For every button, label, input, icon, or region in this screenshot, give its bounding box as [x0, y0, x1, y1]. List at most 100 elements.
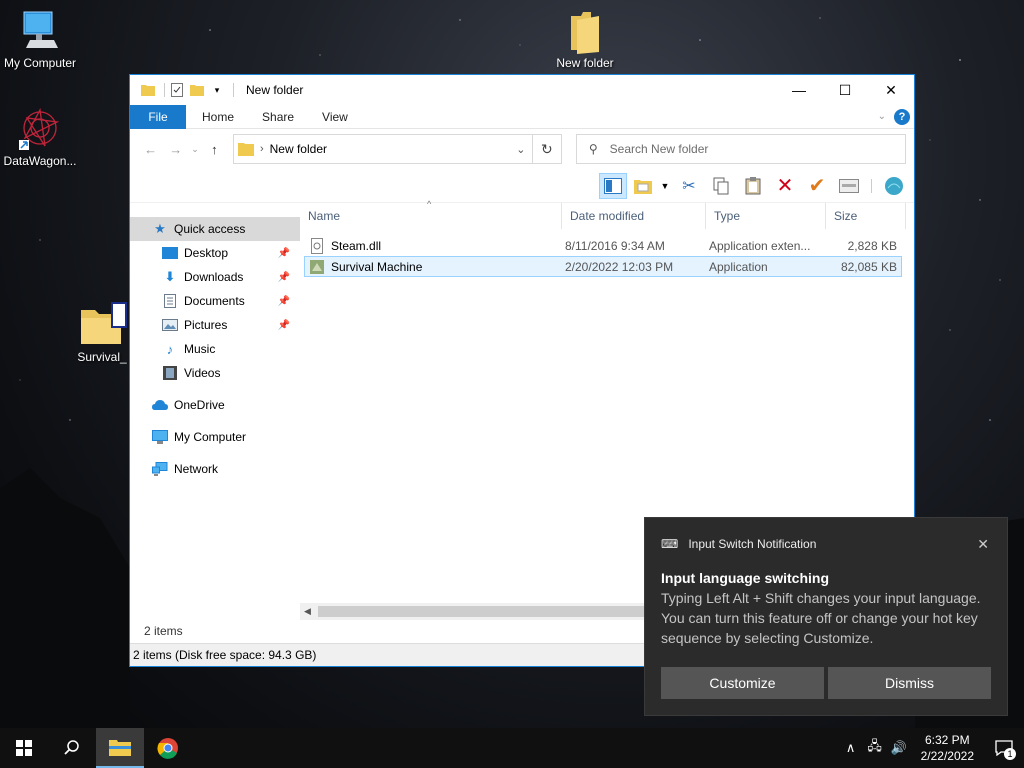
nav-pictures[interactable]: Pictures 📌 [130, 313, 300, 337]
network-icon [152, 461, 168, 477]
desktop-icon-datawagon[interactable]: DataWagon... [0, 106, 80, 168]
copy-icon[interactable] [707, 173, 735, 199]
file-row-survival-machine[interactable]: Survival Machine 2/20/2022 12:03 PM Appl… [304, 256, 902, 277]
clock[interactable]: 6:32 PM 2/22/2022 [921, 732, 974, 764]
system-tray: ∧ 🖧 🔊 6:32 PM 2/22/2022 1 [839, 728, 1024, 768]
notification-body: Typing Left Alt + Shift changes your inp… [661, 590, 981, 646]
nav-downloads[interactable]: ⬇ Downloads 📌 [130, 265, 300, 289]
tab-view[interactable]: View [308, 110, 362, 124]
pin-icon[interactable]: 📌 [278, 272, 290, 283]
file-explorer-taskbar-button[interactable] [96, 728, 144, 768]
search-input[interactable] [609, 142, 890, 156]
chrome-taskbar-button[interactable] [144, 728, 192, 768]
column-header-type[interactable]: Type [706, 203, 826, 229]
expand-ribbon-icon[interactable]: ⌄ [878, 111, 886, 122]
minimize-button[interactable]: — [776, 75, 822, 105]
start-button[interactable] [0, 728, 48, 768]
scrollbar-thumb[interactable] [318, 606, 658, 617]
column-headers: ^ Name Date modified Type Size [300, 199, 914, 229]
navigation-pane[interactable]: ★ Quick access Desktop 📌 ⬇ Downloads 📌 D… [130, 203, 300, 620]
nav-my-computer[interactable]: My Computer [130, 425, 300, 449]
file-name: Steam.dll [331, 238, 382, 253]
search-icon: ⚲ [588, 142, 598, 156]
recent-locations-chevron-icon[interactable]: ⌄ [188, 144, 202, 155]
forward-arrow-icon[interactable]: → [163, 142, 188, 157]
column-header-size[interactable]: Size [826, 203, 906, 229]
close-button[interactable]: ✕ [868, 75, 914, 105]
refresh-icon: ↻ [540, 140, 553, 157]
search-button[interactable] [48, 728, 96, 768]
pictures-icon [162, 317, 178, 333]
network-globe-icon[interactable] [880, 173, 908, 199]
maximize-button[interactable]: ☐ [822, 75, 868, 105]
title-bar[interactable]: ▾ New folder — ☐ ✕ [130, 75, 914, 105]
notification-count-badge: 1 [1004, 748, 1016, 760]
nav-music[interactable]: ♪ Music [130, 337, 300, 361]
file-date: 2/20/2022 12:03 PM [565, 259, 674, 274]
desktop-icon-new-folder[interactable]: New folder [545, 10, 625, 70]
properties-icon[interactable] [835, 173, 863, 199]
back-arrow-icon[interactable]: ← [138, 142, 163, 157]
window-title: New folder [246, 83, 304, 97]
dismiss-button[interactable]: Dismiss [828, 667, 991, 699]
nav-item-label: Network [174, 462, 219, 476]
nav-item-label: Pictures [184, 318, 228, 332]
close-icon[interactable]: ✕ [977, 536, 989, 553]
chrome-icon [157, 738, 178, 759]
help-icon[interactable]: ? [894, 108, 910, 125]
customize-button[interactable]: Customize [661, 667, 824, 699]
file-type: Application exten... [709, 238, 811, 253]
desktop-icon-label: DataWagon... [3, 154, 77, 168]
tab-file[interactable]: File [130, 104, 186, 129]
scroll-left-icon[interactable]: ◀ [304, 606, 311, 617]
file-size: 2,828 KB [847, 238, 897, 253]
folder-icon [237, 143, 254, 156]
sort-ascending-icon: ^ [427, 199, 432, 209]
computer-icon [152, 429, 168, 445]
tab-share[interactable]: Share [248, 110, 308, 124]
pin-icon[interactable]: 📌 [278, 320, 290, 331]
datawagon-shortcut-icon [19, 107, 60, 150]
tab-home[interactable]: Home [186, 110, 248, 124]
pin-icon[interactable]: 📌 [278, 296, 290, 307]
desktop-icon-my-computer[interactable]: My Computer [0, 10, 80, 70]
nav-network[interactable]: Network [130, 457, 300, 481]
desktop-icon-survival-folder[interactable]: Survival_ [72, 300, 132, 364]
column-header-date-modified[interactable]: Date modified [562, 203, 706, 229]
search-icon [64, 740, 79, 755]
search-box[interactable]: ⚲ [575, 134, 906, 164]
volume-icon[interactable]: 🔊 [887, 740, 911, 756]
clock-date: 2/22/2022 [920, 749, 974, 763]
address-dropdown-icon[interactable]: ⌄ [510, 143, 532, 156]
new-item-button[interactable] [631, 173, 655, 199]
rename-check-icon[interactable]: ✔ [803, 173, 831, 199]
cut-icon[interactable]: ✂ [675, 173, 703, 199]
nav-documents[interactable]: Documents 📌 [130, 289, 300, 313]
show-hidden-icons-chevron-icon[interactable]: ∧ [839, 740, 863, 756]
windows-logo-icon [16, 740, 32, 756]
documents-icon [162, 293, 178, 309]
breadcrumb-chevron-icon[interactable]: › [260, 143, 264, 155]
address-bar[interactable]: › New folder ⌄ [232, 134, 533, 164]
file-row-steam-dll[interactable]: Steam.dll 8/11/2016 9:34 AM Application … [304, 235, 902, 256]
refresh-button[interactable]: ↻ [532, 134, 562, 164]
new-folder-icon[interactable] [189, 82, 205, 98]
pin-icon[interactable]: 📌 [278, 248, 290, 259]
action-center-button[interactable]: 1 [984, 728, 1024, 768]
dll-file-icon [311, 237, 323, 254]
paste-icon[interactable] [739, 173, 767, 199]
toolbar: ▼ ✂ ✕ ✔ [130, 169, 914, 203]
nav-onedrive[interactable]: OneDrive [130, 393, 300, 417]
up-arrow-icon[interactable]: ↑ [202, 142, 227, 157]
star-icon: ★ [154, 221, 166, 236]
breadcrumb[interactable]: New folder [270, 142, 327, 156]
nav-videos[interactable]: Videos [130, 361, 300, 385]
nav-quick-access[interactable]: ★ Quick access [130, 217, 300, 241]
network-icon[interactable]: 🖧 [863, 737, 887, 759]
new-item-dropdown-icon[interactable]: ▼ [659, 173, 671, 199]
delete-icon[interactable]: ✕ [771, 173, 799, 199]
customize-quick-access-dropdown-icon[interactable]: ▾ [209, 82, 225, 98]
nav-desktop[interactable]: Desktop 📌 [130, 241, 300, 265]
properties-icon[interactable] [169, 82, 185, 98]
preview-pane-button[interactable] [599, 172, 627, 199]
